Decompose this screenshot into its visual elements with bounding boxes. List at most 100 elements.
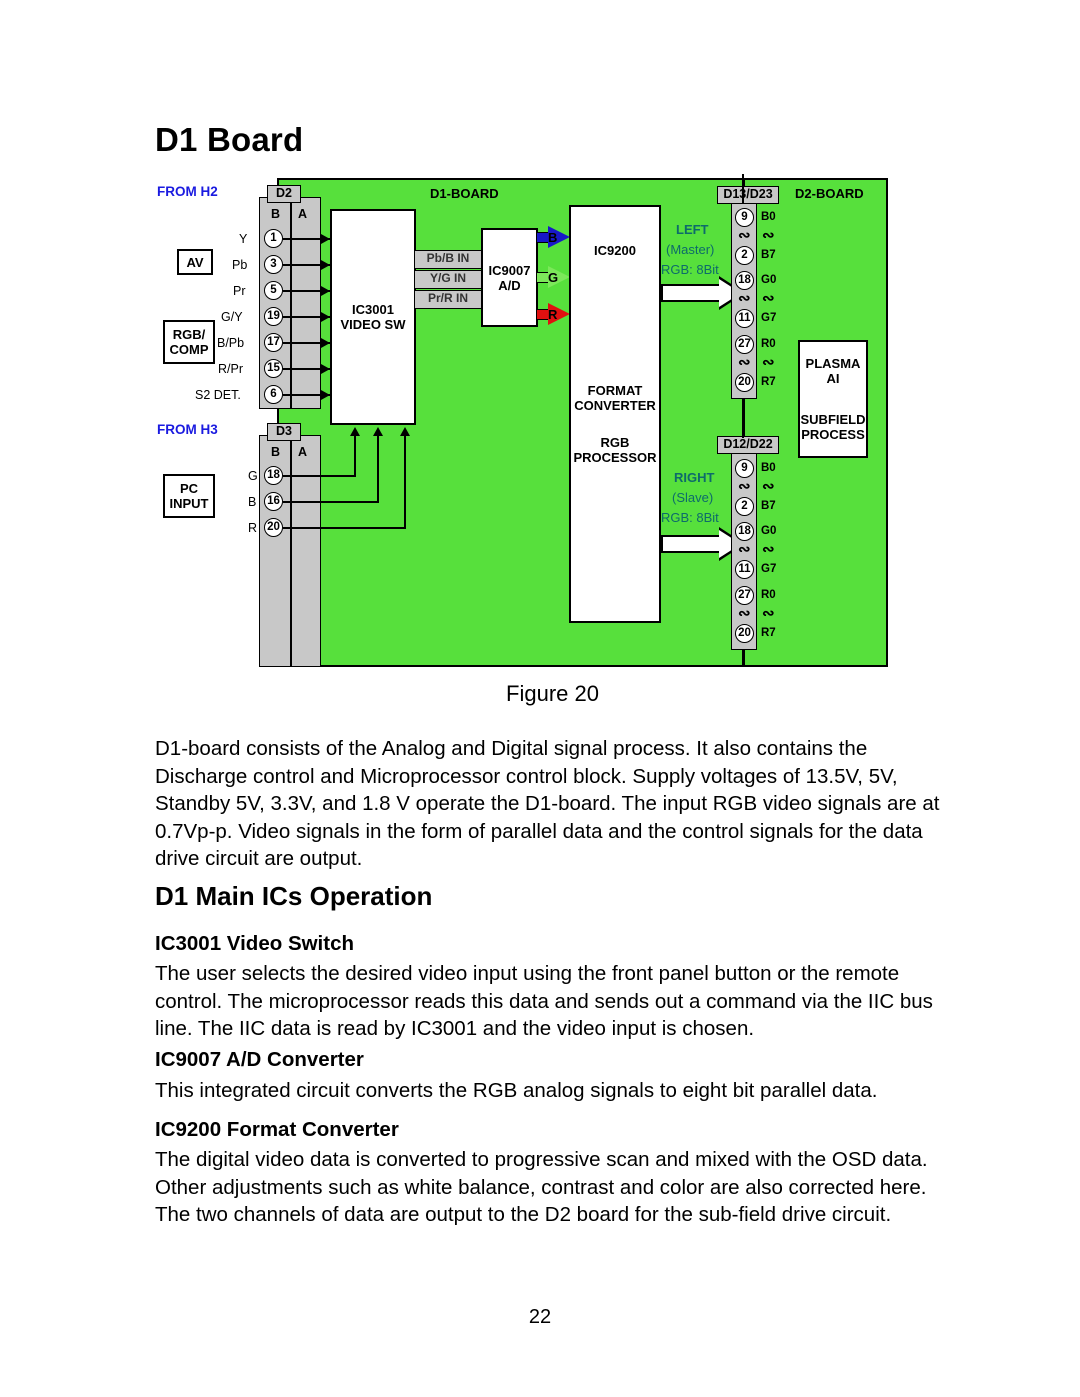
signal-bar-pr-r-in: Pr/R IN — [414, 290, 482, 309]
block-ic3001-line1: IC3001 — [352, 302, 394, 317]
pin-d2-7: 6 — [264, 385, 283, 404]
color-arrow-g-label: G — [548, 270, 559, 285]
block-plasma-ai: PLASMA AI SUBFIELD PROCESS — [798, 340, 868, 458]
pin-d13-4: 11 — [735, 309, 754, 328]
arrow-d2-2 — [321, 260, 330, 270]
pin-label-gap-d13-2: ∾ — [762, 291, 775, 307]
pin-d13-2: 2 — [735, 246, 754, 265]
pin-gap-d12-2: ∾ — [738, 542, 751, 558]
signal-d2-3: Pr — [233, 284, 246, 298]
block-plasma-line1: PLASMA — [805, 356, 861, 371]
pin-d2-2: 3 — [264, 255, 283, 274]
intro-paragraph: D1-board consists of the Analog and Digi… — [155, 737, 940, 870]
arrow-d3-2 — [373, 427, 383, 436]
pin-label-gap-d12-3: ∾ — [762, 606, 775, 622]
signal-d3-2: B — [248, 495, 257, 509]
arrow-d3-1 — [350, 427, 360, 436]
pin-d2-1: 1 — [264, 229, 283, 248]
pin-d13-5: 27 — [735, 335, 754, 354]
block-ic9200-line5: PROCESSOR — [573, 450, 657, 465]
block-ic3001: IC3001 VIDEO SW — [330, 209, 416, 425]
pin-gap-d13-3: ∾ — [738, 355, 751, 371]
pin-label-gap-d13-1: ∾ — [762, 228, 775, 244]
color-arrow-g: G — [536, 266, 572, 289]
pin-label-gap-d13-3: ∾ — [762, 355, 775, 371]
input-source-rgb-comp-line1: RGB/ — [172, 327, 206, 342]
arrow-d3-3 — [400, 427, 410, 436]
signal-d3-3: R — [248, 521, 258, 535]
signal-d2-1: Y — [239, 232, 248, 246]
pin-label-d13-2: B7 — [761, 249, 776, 261]
pin-gap-d13-2: ∾ — [738, 291, 751, 307]
d1-board-block-diagram: D1-BOARD D2-BOARD FROM H2 D2 B A 1 3 5 1… — [155, 172, 890, 670]
pin-label-d13-6: R7 — [761, 376, 776, 388]
channel-left-line3: RGB: 8Bit — [661, 262, 719, 277]
pin-d3-2: 16 — [264, 492, 283, 511]
pin-d13-1: 9 — [735, 208, 754, 227]
pin-label-d12-1: B0 — [761, 462, 776, 474]
from-h3-label: FROM H3 — [157, 422, 218, 437]
block-ic9007: IC9007 A/D — [481, 228, 538, 327]
connector-d3-col-a: A — [298, 445, 308, 459]
input-source-av-label: AV — [186, 254, 204, 270]
pin-label-d13-4: G7 — [761, 312, 777, 324]
connector-d2-col-b: B — [271, 207, 281, 221]
subsection-body-ic9200: The digital video data is converted to p… — [155, 1148, 928, 1226]
input-source-rgb-comp-line2: COMP — [169, 342, 209, 357]
connector-d12-stub-bottom — [742, 649, 744, 667]
document-page: D1 Board D1-BOARD D2-BOARD FROM H2 D2 B … — [0, 0, 1080, 1397]
arrow-d2-6 — [321, 364, 330, 374]
wire-d3-1b — [354, 434, 356, 476]
pin-label-d12-6: R7 — [761, 627, 776, 639]
subsection-heading-ic9007: IC9007 A/D Converter — [155, 1048, 364, 1071]
input-source-av: AV — [177, 249, 213, 275]
pin-label-gap-d12-2: ∾ — [762, 542, 775, 558]
signal-bar-pb-b-in: Pb/B IN — [414, 250, 482, 269]
figure-caption: Figure 20 — [506, 681, 599, 706]
pin-d12-4: 11 — [735, 560, 754, 579]
channel-left-line1: LEFT — [676, 222, 709, 237]
pin-d2-5: 17 — [264, 333, 283, 352]
pin-d3-1: 18 — [264, 466, 283, 485]
pin-gap-d13-1: ∾ — [738, 228, 751, 244]
input-source-pc-line2: INPUT — [169, 496, 209, 511]
block-ic9200-line4: RGB — [600, 435, 630, 450]
connector-d3-col-b: B — [271, 445, 281, 459]
subsection-heading-ic3001: IC3001 Video Switch — [155, 932, 355, 955]
pin-label-d12-4: G7 — [761, 563, 777, 575]
arrow-d2-3 — [321, 286, 330, 296]
signal-d2-2: Pb — [232, 258, 248, 272]
color-arrow-b-label: B — [548, 230, 558, 245]
pin-label-d13-3: G0 — [761, 274, 777, 286]
block-ic9200: IC9200 FORMAT CONVERTER RGB PROCESSOR — [569, 205, 661, 623]
input-source-pc-line1: PC — [179, 481, 199, 496]
page-number: 22 — [528, 1306, 552, 1328]
color-arrow-r: R — [536, 303, 572, 326]
signal-d2-4: G/Y — [221, 310, 243, 324]
channel-right-line2: (Slave) — [672, 490, 714, 505]
pin-label-d12-5: R0 — [761, 589, 776, 601]
block-plasma-line2: AI — [826, 371, 840, 386]
connector-d13-stub-bottom — [742, 398, 744, 414]
pin-d3-3: 20 — [264, 518, 283, 537]
pin-d13-3: 18 — [735, 271, 754, 290]
pin-label-d12-3: G0 — [761, 525, 777, 537]
input-source-rgb-comp: RGB/ COMP — [163, 320, 215, 364]
signal-d2-6: R/Pr — [218, 362, 243, 376]
pin-d12-3: 18 — [735, 522, 754, 541]
connector-d3-tag: D3 — [267, 423, 301, 441]
connector-d2-split — [290, 197, 292, 409]
wire-d3-1a — [283, 475, 356, 477]
pin-gap-d12-1: ∾ — [738, 479, 751, 495]
pin-d12-1: 9 — [735, 459, 754, 478]
pin-label-d13-5: R0 — [761, 338, 776, 350]
wire-d3-2a — [283, 501, 379, 503]
connector-d3-split — [290, 435, 292, 667]
connector-d13-stub-top — [742, 174, 744, 204]
wire-d3-3b — [404, 434, 406, 528]
arrow-d2-7 — [321, 390, 330, 400]
pin-label-gap-d12-1: ∾ — [762, 479, 775, 495]
block-ic9007-line1: IC9007 — [488, 262, 531, 278]
color-arrow-b: B — [536, 226, 572, 249]
block-ic3001-line2: VIDEO SW — [340, 317, 406, 332]
